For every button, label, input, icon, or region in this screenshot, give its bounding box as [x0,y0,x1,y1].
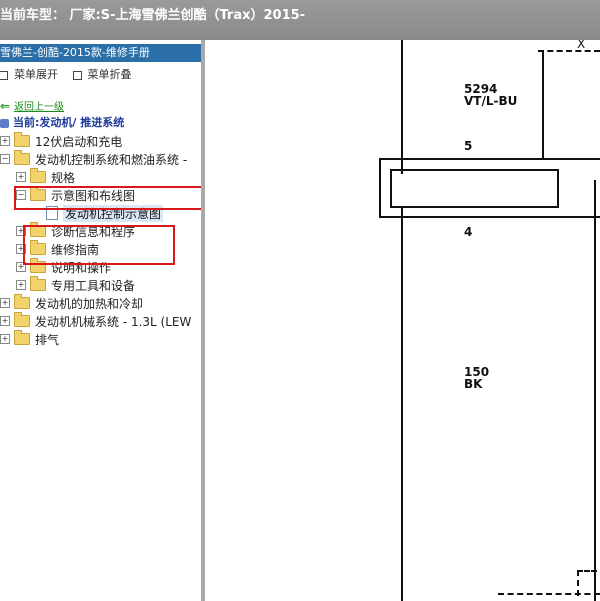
expand-toggle-icon[interactable]: + [16,280,26,290]
collapse-icon [72,70,82,80]
tree-item-specs[interactable]: + 规格 [16,168,75,186]
expand-toggle-icon[interactable]: + [16,172,26,182]
folder-open-icon [14,150,30,165]
window-title-bar: 当前车型： 厂家:S-上海雪佛兰创酷（Trax）2015- [0,0,600,40]
wire-top-color: VT/L-BU [464,94,518,108]
tree-item-heating-cooling[interactable]: + 发动机的加热和冷却 [0,294,143,312]
folder-icon [14,312,30,327]
expand-toggle-icon[interactable]: + [0,334,10,344]
connector-outline-top [379,158,600,160]
current-location-label: 当前:发动机/ 推进系统 [13,116,125,129]
back-link-label: 返回上一级 [14,102,65,113]
menu-bar: 菜单展开 菜单折叠 [0,66,201,82]
menu-expand-button[interactable]: 菜单展开 [14,68,58,81]
folder-icon [30,168,46,183]
folder-icon [14,294,30,309]
connector-box [390,169,559,208]
pin-top-number: 5 [464,139,473,153]
tree-item-12v-start-charge[interactable]: +12伏启动和充电 [0,132,122,150]
wire-bottom-color: BK [464,377,483,391]
back-arrow-icon: ⇐ [0,99,11,113]
tree-item-engine-mechanical[interactable]: + 发动机机械系统 - 1.3L (LEW [0,312,191,330]
tree-item-exhaust[interactable]: + 排气 [0,330,59,348]
right-edge-line [594,180,596,601]
folder-icon [14,132,30,147]
connector-top-dashed-line [538,50,600,52]
right-vertical-line [542,50,544,160]
location-icon [0,118,9,128]
highlight-box-schematic [23,225,175,265]
tree-item-label: 排气 [35,332,60,347]
connector-outline-left [379,158,381,218]
diagram-viewer: X 5294 VT/L-BU 5 4 150 BK [205,40,600,601]
wire-bottom [401,206,403,601]
highlight-box-engine-control [14,186,201,210]
back-link[interactable]: ⇐ 返回上一级 [0,98,64,113]
expand-icon [0,70,8,80]
manual-header: 雪佛兰-创酷-2015款-维修手册 [0,44,201,62]
pin-bottom-number: 4 [464,225,473,239]
tree-item-label: 发动机的加热和冷却 [35,296,144,311]
bottom-corner-dashed-box [577,570,597,596]
current-vehicle-title: 当前车型： 厂家:S-上海雪佛兰创酷（Trax）2015- [0,8,306,23]
collapse-toggle-icon[interactable]: − [0,154,10,164]
tree-item-engine-control[interactable]: − 发动机控制系统和燃油系统 - [0,150,187,168]
tree-item-label: 专用工具和设备 [51,278,136,293]
expand-toggle-icon[interactable]: + [0,136,10,146]
tree-item-label: 规格 [51,170,76,185]
tree-item-label: 12伏启动和充电 [35,134,123,149]
current-location: 当前:发动机/ 推进系统 [0,114,124,130]
tree-item-label: 发动机控制系统和燃油系统 - [35,152,188,167]
folder-icon [30,276,46,291]
expand-toggle-icon[interactable]: + [0,316,10,326]
tree-item-special-tools[interactable]: + 专用工具和设备 [16,276,135,294]
wire-top [401,40,403,174]
navigation-pane: 雪佛兰-创酷-2015款-维修手册 菜单展开 菜单折叠 ⇐ 返回上一级 当前:发动… [0,40,201,601]
connector-outline-bottom [379,216,600,218]
corner-fragment-label: X [577,40,586,51]
tree-item-label: 发动机机械系统 - 1.3L (LEW [35,314,192,329]
menu-collapse-button[interactable]: 菜单折叠 [88,68,132,81]
folder-icon [14,330,30,345]
expand-toggle-icon[interactable]: + [0,298,10,308]
